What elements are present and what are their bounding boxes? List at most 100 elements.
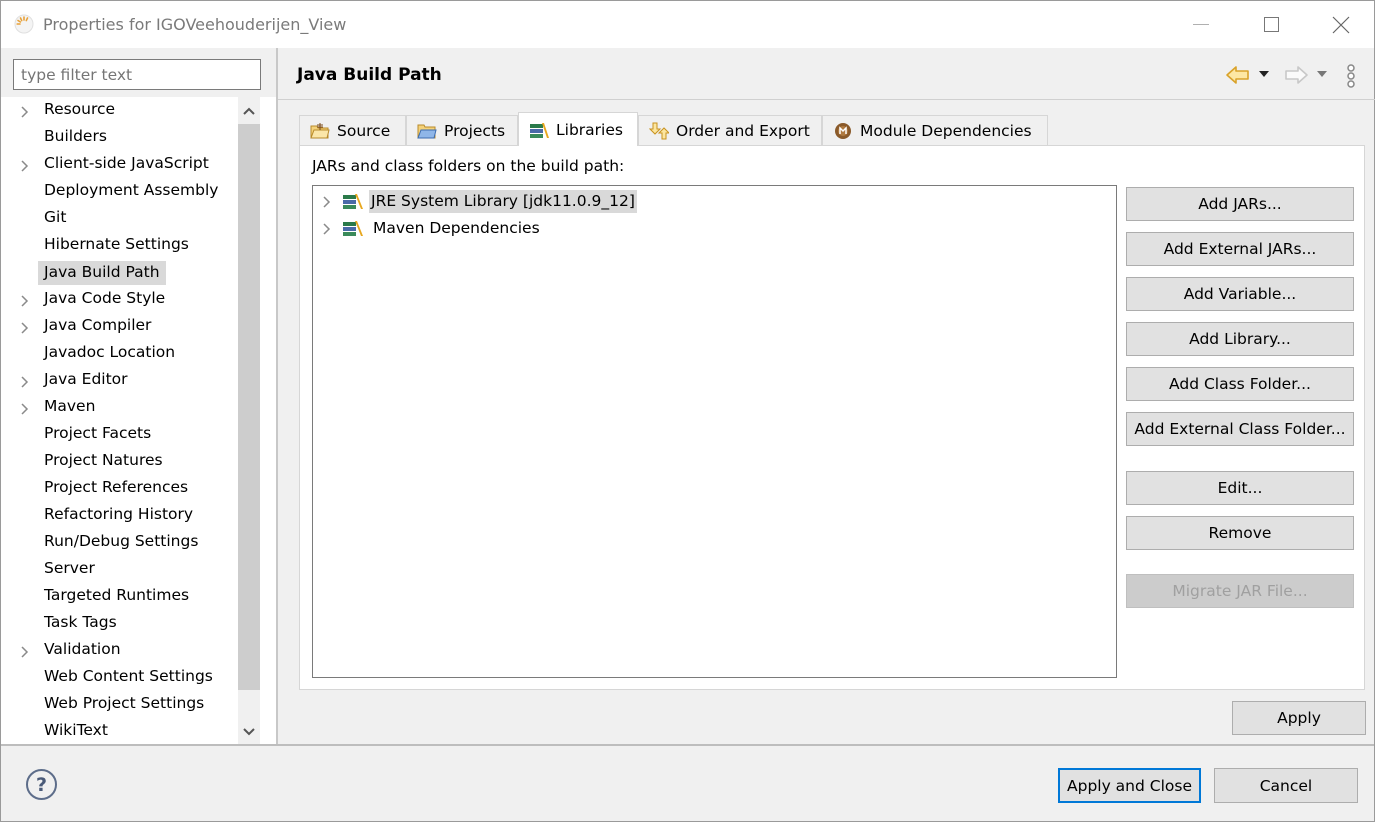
apply-button[interactable]: Apply [1232, 701, 1366, 735]
forward-arrow-icon[interactable] [1283, 65, 1309, 85]
nav-item-label: Maven [44, 397, 96, 415]
nav-item[interactable]: Hibernate Settings [1, 232, 233, 259]
library-entry[interactable]: JRE System Library [jdk11.0.9_12] [313, 188, 1113, 214]
nav-item-label: Task Tags [44, 613, 117, 631]
nav-item[interactable]: Web Project Settings [1, 691, 233, 718]
libraries-tree[interactable]: JRE System Library [jdk11.0.9_12] Maven D… [312, 185, 1117, 678]
nav-item-label: Java Build Path [38, 261, 166, 285]
expand-chevron-icon[interactable] [21, 155, 35, 173]
nav-item[interactable]: Resource [1, 97, 233, 124]
module-icon [835, 122, 851, 139]
nav-item-label: Targeted Runtimes [44, 586, 190, 604]
nav-item-label: Server [44, 559, 95, 577]
nav-item[interactable]: Run/Debug Settings [1, 529, 233, 556]
nav-item[interactable]: WikiText [1, 718, 233, 745]
nav-item-label: Java Code Style [44, 289, 166, 307]
window-title: Properties for IGOVeehouderijen_View [43, 15, 347, 34]
edit-button[interactable]: Edit... [1126, 471, 1354, 505]
remove-button[interactable]: Remove [1126, 516, 1354, 550]
nav-item[interactable]: Java Compiler [1, 313, 233, 340]
expand-chevron-icon[interactable] [21, 101, 35, 119]
migrate-jar-button: Migrate JAR File... [1126, 574, 1354, 608]
tab-libraries[interactable]: Libraries [518, 112, 638, 146]
library-icon [343, 194, 363, 209]
expand-chevron-icon[interactable] [21, 290, 35, 308]
pane-sash[interactable] [276, 48, 278, 745]
nav-item-label: Client-side JavaScript [44, 154, 209, 172]
filter-input[interactable] [13, 59, 261, 90]
library-label: Maven Dependencies [373, 219, 540, 237]
maximize-button[interactable] [1236, 1, 1306, 48]
nav-item[interactable]: Project References [1, 475, 233, 502]
nav-item-label: WikiText [44, 721, 108, 739]
back-dropdown-icon[interactable] [1259, 71, 1269, 77]
add-variable-button[interactable]: Add Variable... [1126, 277, 1354, 311]
nav-item[interactable]: Git [1, 205, 233, 232]
expand-chevron-icon[interactable] [21, 371, 35, 389]
nav-item[interactable]: Validation [1, 637, 233, 664]
nav-item-label: Project Facets [44, 424, 152, 442]
add-jars-button[interactable]: Add JARs... [1126, 187, 1354, 221]
add-external-class-folder-button[interactable]: Add External Class Folder... [1126, 412, 1354, 446]
expand-chevron-icon[interactable] [21, 317, 35, 335]
minimize-button[interactable] [1166, 1, 1236, 48]
library-entry[interactable]: Maven Dependencies [313, 215, 1113, 241]
nav-item[interactable]: Javadoc Location [1, 340, 233, 367]
maximize-icon [1263, 17, 1279, 32]
apply-and-close-button[interactable]: Apply and Close [1058, 768, 1201, 803]
nav-item-label: Javadoc Location [44, 343, 176, 361]
add-external-jars-button[interactable]: Add External JARs... [1126, 232, 1354, 266]
build-path-caption: JARs and class folders on the build path… [312, 157, 625, 175]
back-arrow-icon[interactable] [1225, 65, 1251, 85]
expand-chevron-icon[interactable] [21, 398, 35, 416]
nav-item-label: Web Project Settings [44, 694, 205, 712]
close-button[interactable] [1306, 1, 1375, 48]
tab-label: Order and Export [676, 121, 810, 140]
nav-scrollbar[interactable] [238, 97, 260, 744]
help-button[interactable]: ? [26, 769, 57, 800]
nav-item[interactable]: Project Facets [1, 421, 233, 448]
tab-source[interactable]: Source [299, 115, 406, 145]
projects-folder-icon [417, 124, 437, 138]
nav-item[interactable]: Java Editor [1, 367, 233, 394]
nav-item-label: Validation [44, 640, 121, 658]
nav-item[interactable]: Server [1, 556, 233, 583]
scroll-down-button[interactable] [238, 720, 260, 744]
nav-item[interactable]: Web Content Settings [1, 664, 233, 691]
nav-item-label: Java Editor [44, 370, 128, 388]
scroll-thumb[interactable] [238, 124, 260, 690]
tab-projects[interactable]: Projects [406, 115, 518, 145]
libraries-tab-panel: JARs and class folders on the build path… [299, 145, 1365, 690]
forward-dropdown-icon[interactable] [1317, 71, 1327, 77]
expand-chevron-icon[interactable] [323, 218, 331, 239]
expand-chevron-icon[interactable] [21, 641, 35, 659]
title-bar: Properties for IGOVeehouderijen_View [1, 1, 1374, 48]
tab-label: Projects [444, 121, 506, 140]
expand-chevron-icon[interactable] [323, 191, 331, 212]
nav-item[interactable]: Builders [1, 124, 233, 151]
nav-item-label: Refactoring History [44, 505, 194, 523]
tab-order-and-export[interactable]: Order and Export [638, 115, 822, 145]
chevron-down-icon [243, 728, 255, 736]
add-library-button[interactable]: Add Library... [1126, 322, 1354, 356]
cancel-button[interactable]: Cancel [1214, 768, 1358, 803]
view-menu-icon[interactable] [1345, 63, 1357, 89]
nav-item[interactable]: Project Natures [1, 448, 233, 475]
nav-item[interactable]: Client-side JavaScript [1, 151, 233, 178]
eclipse-loading-icon [14, 14, 34, 34]
nav-item[interactable]: Maven [1, 394, 233, 421]
nav-item-label: Java Compiler [44, 316, 152, 334]
add-class-folder-button[interactable]: Add Class Folder... [1126, 367, 1354, 401]
nav-item[interactable]: Refactoring History [1, 502, 233, 529]
nav-item[interactable]: Deployment Assembly [1, 178, 233, 205]
nav-item[interactable]: Java Code Style [1, 286, 233, 313]
nav-item[interactable]: Java Build Path [1, 259, 233, 286]
scroll-up-button[interactable] [238, 99, 260, 123]
tab-module-dependencies[interactable]: Module Dependencies [822, 115, 1048, 145]
nav-item[interactable]: Task Tags [1, 610, 233, 637]
chevron-up-icon [243, 107, 255, 115]
libraries-icon [530, 122, 549, 138]
help-icon: ? [35, 773, 48, 796]
nav-item[interactable]: Targeted Runtimes [1, 583, 233, 610]
nav-item-label: Deployment Assembly [44, 181, 219, 199]
